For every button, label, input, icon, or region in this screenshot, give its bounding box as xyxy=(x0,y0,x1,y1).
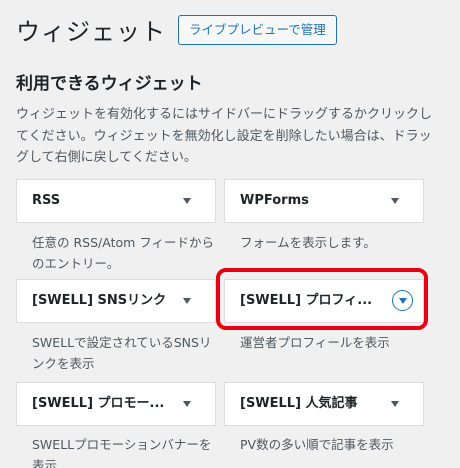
widget-title: WPForms xyxy=(240,193,309,208)
widget-description: フォームを表示します。 xyxy=(240,235,376,250)
widget-swell-sns-link[interactable]: [SWELL] SNSリンク xyxy=(16,279,216,323)
widget-title: RSS xyxy=(32,193,61,208)
widget-swell-promotion[interactable]: [SWELL] プロモー... xyxy=(16,382,216,426)
widget-title: [SWELL] 人気記事 xyxy=(240,396,358,411)
widget-description: PV数の多い順で記事を表示 xyxy=(240,437,394,452)
title-row: ウィジェット ライブプレビューで管理 xyxy=(16,12,337,47)
widget-title: [SWELL] プロモー... xyxy=(32,396,165,411)
caret-down-icon[interactable] xyxy=(391,198,399,204)
manage-live-preview-button[interactable]: ライブプレビューで管理 xyxy=(178,14,337,45)
widget-rss[interactable]: RSS xyxy=(16,179,216,223)
caret-down-icon[interactable] xyxy=(183,401,191,407)
caret-down-icon[interactable] xyxy=(391,401,399,407)
available-widgets-heading: 利用できるウィジェット xyxy=(16,74,203,94)
highlight-annotation xyxy=(216,268,428,330)
widget-wpforms[interactable]: WPForms xyxy=(224,179,424,223)
caret-down-icon[interactable] xyxy=(183,298,191,304)
available-widgets-description: ウィジェットを有効化するにはサイドバーにドラッグするかクリックしてください。ウィ… xyxy=(16,107,433,165)
caret-down-icon[interactable] xyxy=(183,198,191,204)
widget-swell-popular-posts[interactable]: [SWELL] 人気記事 xyxy=(224,382,424,426)
widgets-page: ウィジェット ライブプレビューで管理 利用できるウィジェット ウィジェットを有効… xyxy=(0,0,460,468)
widget-description: SWELLで設定されているSNSリンクを表示 xyxy=(32,335,212,371)
widget-description: 運営者プロフィールを表示 xyxy=(240,335,390,350)
widget-title: [SWELL] SNSリンク xyxy=(32,293,167,308)
widget-description: SWELLプロモーションバナーを表示 xyxy=(32,437,212,468)
page-title: ウィジェット xyxy=(16,18,166,46)
widget-description: 任意の RSS/Atom フィードからのエントリー。 xyxy=(32,235,215,271)
